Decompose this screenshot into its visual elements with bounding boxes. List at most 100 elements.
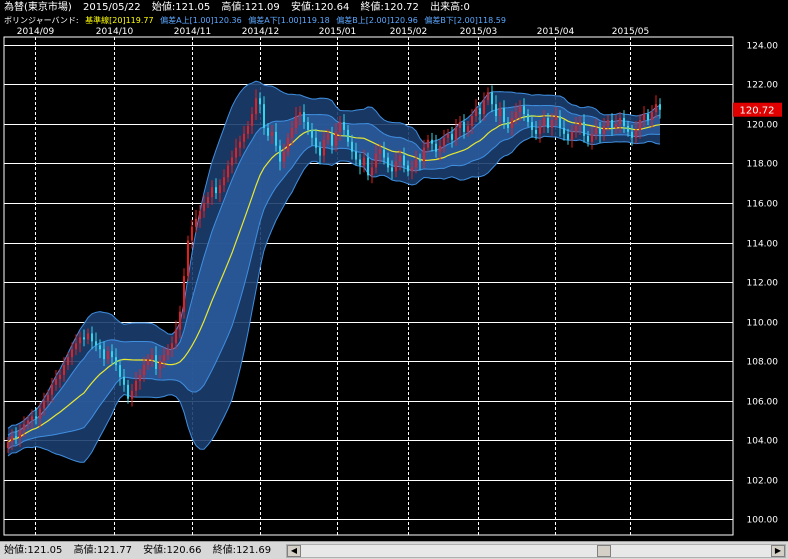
candle-up — [67, 357, 69, 366]
candle-down — [503, 108, 505, 122]
candle-down — [311, 129, 313, 138]
status-open: 始値:121.05 — [4, 545, 63, 556]
candle-up — [55, 378, 57, 385]
candle-down — [631, 131, 633, 138]
candle-down — [523, 106, 525, 115]
y-tick-label: 112.00 — [747, 279, 779, 289]
candle-up — [31, 416, 33, 421]
last-price-tag: 120.72 — [733, 102, 782, 117]
candle-up — [175, 329, 177, 344]
candle-down — [119, 365, 121, 377]
x-tick-label: 2014/12 — [242, 27, 279, 37]
scroll-right-button[interactable]: ▶ — [771, 545, 785, 557]
candle-up — [619, 118, 621, 124]
candle-down — [583, 121, 585, 136]
candle-up — [231, 157, 233, 166]
candle-up — [363, 157, 365, 166]
y-tick-label: 120.00 — [747, 121, 779, 131]
candle-down — [115, 357, 117, 366]
candle-down — [83, 337, 85, 340]
price-chart[interactable]: 2014/09 2014/10 2014/11 2014/12 2015/01 2015/… — [0, 0, 788, 541]
x-tick-label: 2015/01 — [319, 27, 356, 37]
y-tick-label: 104.00 — [747, 437, 779, 447]
y-tick-label: 102.00 — [747, 477, 779, 487]
candle-up — [7, 442, 9, 449]
last-price-tag-label: 120.72 — [740, 106, 775, 117]
candle-up — [131, 390, 133, 399]
candle-up — [323, 139, 325, 156]
candle-up — [639, 120, 641, 130]
candle-down — [531, 121, 533, 130]
x-tick-label: 2015/02 — [390, 27, 427, 37]
y-tick-label: 110.00 — [747, 319, 779, 329]
candle-up — [459, 121, 461, 128]
candle-up — [467, 125, 469, 132]
y-tick-label: 118.00 — [747, 160, 779, 170]
y-tick-label: 108.00 — [747, 358, 779, 368]
candle-up — [191, 226, 193, 241]
candle-up — [439, 145, 441, 152]
candle-up — [199, 210, 201, 219]
candle-down — [111, 351, 113, 358]
candle-up — [227, 165, 229, 178]
candle-up — [243, 133, 245, 142]
candle-down — [259, 98, 261, 105]
candle-down — [215, 187, 217, 194]
candle-up — [471, 116, 473, 126]
candle-up — [39, 408, 41, 419]
candle-down — [407, 165, 409, 172]
candle-up — [411, 167, 413, 172]
y-tick-label: 122.00 — [747, 81, 779, 91]
candle-up — [519, 106, 521, 113]
scroll-thumb[interactable] — [597, 545, 611, 557]
candle-up — [635, 129, 637, 138]
candle-up — [219, 185, 221, 194]
candle-up — [271, 131, 273, 136]
candle-up — [283, 151, 285, 162]
candle-down — [319, 147, 321, 156]
candle-down — [611, 120, 613, 128]
candle-up — [511, 118, 513, 128]
candle-down — [263, 104, 265, 128]
candle-down — [491, 92, 493, 105]
scroll-left-button[interactable]: ◀ — [287, 545, 301, 557]
candle-down — [303, 112, 305, 122]
candle-up — [223, 177, 225, 186]
candle-down — [419, 159, 421, 162]
candle-down — [435, 143, 437, 152]
candle-down — [355, 151, 357, 160]
candle-down — [103, 349, 105, 360]
y-tick-label: 124.00 — [747, 42, 779, 52]
candle-up — [11, 436, 13, 443]
x-axis-labels: 2014/09 2014/10 2014/11 2014/12 2015/01 2015/… — [17, 27, 649, 37]
candle-down — [647, 114, 649, 120]
candle-up — [143, 365, 145, 375]
candle-down — [359, 159, 361, 166]
candle-up — [251, 114, 253, 126]
candle-up — [87, 333, 89, 340]
y-tick-label: 100.00 — [747, 516, 779, 526]
x-tick-label: 2015/03 — [460, 27, 497, 37]
candle-up — [515, 112, 517, 119]
candle-up — [603, 125, 605, 134]
candle-up — [203, 203, 205, 211]
horizontal-scrollbar[interactable]: ◀ ▶ — [286, 544, 786, 558]
candle-up — [147, 359, 149, 366]
candle-down — [567, 133, 569, 140]
candle-down — [35, 416, 37, 419]
candle-down — [627, 125, 629, 132]
candle-up — [643, 114, 645, 120]
candle-up — [211, 187, 213, 198]
bollinger-bands — [7, 80, 661, 463]
candle-up — [139, 374, 141, 381]
status-high: 高値:121.77 — [73, 545, 132, 556]
candle-up — [395, 161, 397, 172]
candle-up — [247, 125, 249, 134]
candle-up — [51, 384, 53, 395]
candle-up — [551, 120, 553, 128]
candle-up — [415, 159, 417, 168]
candle-down — [403, 155, 405, 166]
candle-up — [539, 125, 541, 134]
candle-down — [387, 157, 389, 168]
candle-down — [451, 133, 453, 140]
